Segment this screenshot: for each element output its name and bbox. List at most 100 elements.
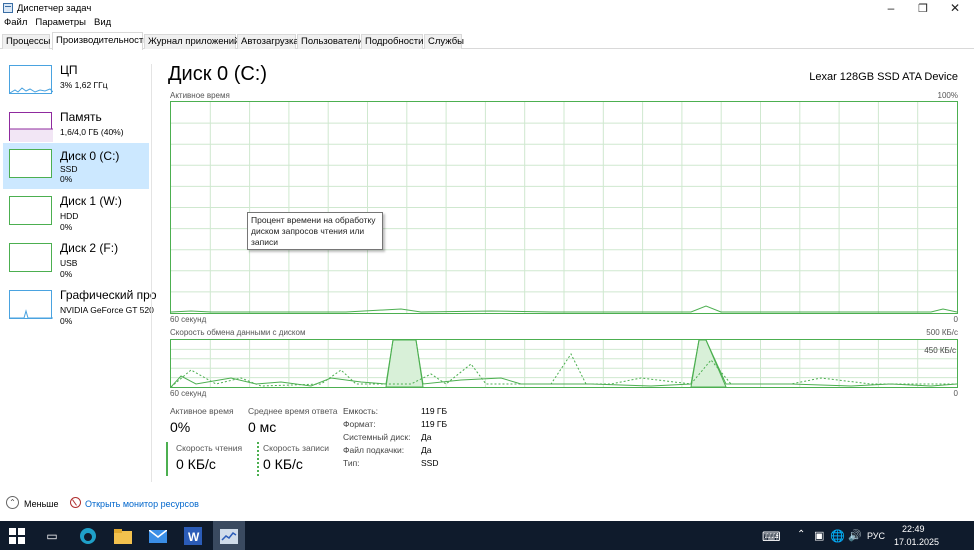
window-title: Диспетчер задач bbox=[17, 3, 92, 14]
system-disk-value: Да bbox=[421, 432, 432, 442]
volume-icon[interactable]: 🔊 bbox=[848, 529, 862, 542]
footer: ⌃ Меньше Открыть монитор ресурсов bbox=[0, 494, 974, 514]
minimize-button[interactable]: – bbox=[876, 0, 906, 16]
disk-detail-panel: Диск 0 (C:) Lexar 128GB SSD ATA Device А… bbox=[168, 62, 960, 482]
language-indicator[interactable]: РУС bbox=[867, 531, 885, 541]
panel-divider bbox=[151, 64, 152, 482]
resource-value: 0% bbox=[60, 222, 73, 232]
resource-value: 0% bbox=[60, 316, 73, 326]
active-time-graph[interactable] bbox=[170, 101, 958, 314]
menu-view[interactable]: Вид bbox=[90, 16, 115, 31]
resource-name: Графический про bbox=[60, 288, 157, 302]
resource-sub: SSD bbox=[60, 164, 78, 174]
memory-thumbnail bbox=[9, 112, 53, 142]
format-value: 119 ГБ bbox=[421, 419, 448, 429]
network-drive-icon[interactable]: ▣ bbox=[814, 529, 824, 542]
resource-monitor-icon bbox=[70, 497, 81, 508]
tab-performance[interactable]: Производительность bbox=[52, 32, 148, 50]
fewer-details-link[interactable]: Меньше bbox=[24, 499, 59, 509]
mail-icon[interactable] bbox=[147, 525, 169, 547]
disk-thumbnail bbox=[9, 196, 52, 225]
menu-options[interactable]: Параметры bbox=[31, 16, 90, 31]
svg-text:W: W bbox=[188, 530, 200, 544]
tab-services[interactable]: Службы bbox=[424, 34, 464, 49]
transfer-graph-label: Скорость обмена данными с диском bbox=[170, 328, 306, 337]
disk-thumbnail bbox=[9, 149, 52, 178]
resource-sub: NVIDIA GeForce GT 520 bbox=[60, 305, 154, 315]
graph-time-left: 60 секунд bbox=[170, 389, 207, 398]
write-speed-value: 0 КБ/с bbox=[263, 456, 303, 472]
file-explorer-icon[interactable] bbox=[112, 525, 134, 547]
capacity-value: 119 ГБ bbox=[421, 406, 448, 416]
open-resource-monitor-link[interactable]: Открыть монитор ресурсов bbox=[85, 499, 199, 509]
resource-sub: 1,6/4,0 ГБ (40%) bbox=[60, 127, 124, 137]
start-button[interactable] bbox=[6, 525, 28, 547]
resource-name: ЦП bbox=[60, 63, 78, 77]
tab-startup[interactable]: Автозагрузка bbox=[237, 34, 299, 49]
chevron-up-icon[interactable]: ⌃ bbox=[797, 529, 805, 540]
resource-value: 0% bbox=[60, 269, 73, 279]
read-speed-label: Скорость чтения bbox=[176, 443, 243, 453]
title-bar: Диспетчер задач – ❐ ✕ bbox=[0, 0, 974, 16]
active-time-value: 0% bbox=[170, 419, 191, 435]
response-time-label: Среднее время ответа bbox=[248, 406, 338, 416]
capacity-label: Емкость: bbox=[343, 406, 378, 416]
response-time-value: 0 мс bbox=[248, 419, 277, 435]
task-view-icon[interactable]: ▭ bbox=[41, 525, 63, 547]
tab-processes[interactable]: Процессы bbox=[2, 34, 50, 49]
resource-disk-2[interactable]: Диск 2 (F:) USB 0% bbox=[3, 240, 149, 286]
read-speed-value: 0 КБ/с bbox=[176, 456, 216, 472]
tab-users[interactable]: Пользователи bbox=[297, 34, 363, 49]
resource-disk-0[interactable]: Диск 0 (C:) SSD 0% bbox=[3, 143, 149, 189]
task-manager-taskbar-button[interactable] bbox=[213, 521, 245, 550]
maximize-button[interactable]: ❐ bbox=[908, 0, 938, 16]
write-speed-label: Скорость записи bbox=[263, 443, 330, 453]
menu-file[interactable]: Файл bbox=[0, 16, 31, 31]
resource-cpu[interactable]: ЦП 3% 1,62 ГГц bbox=[3, 62, 149, 108]
graph-time-left: 60 секунд bbox=[170, 315, 207, 324]
clock-time[interactable]: 22:49 bbox=[902, 524, 925, 534]
menu-bar: Файл Параметры Вид bbox=[0, 16, 115, 31]
close-button[interactable]: ✕ bbox=[940, 0, 970, 16]
clock-date[interactable]: 17.01.2025 bbox=[894, 537, 939, 547]
resource-sub: 3% 1,62 ГГц bbox=[60, 80, 108, 90]
type-label: Тип: bbox=[343, 458, 360, 468]
transfer-graph-max: 500 КБ/с bbox=[926, 328, 958, 337]
resource-name: Диск 2 (F:) bbox=[60, 241, 119, 255]
word-icon[interactable]: W bbox=[182, 525, 204, 547]
device-name: Lexar 128GB SSD ATA Device bbox=[809, 71, 958, 83]
task-manager-icon bbox=[3, 3, 13, 13]
page-file-value: Да bbox=[421, 445, 432, 455]
chevron-up-icon[interactable]: ⌃ bbox=[6, 496, 19, 509]
taskbar: ▭ W ⌨ ⌃ ▣ 🌐 🔊 РУС 22:49 17.01.2025 bbox=[0, 521, 974, 550]
tab-details[interactable]: Подробности bbox=[361, 34, 423, 49]
active-time-graph-max: 100% bbox=[937, 91, 958, 100]
resource-name: Диск 0 (C:) bbox=[60, 149, 120, 163]
active-time-tooltip: Процент времени на обработку диском запр… bbox=[247, 212, 383, 250]
transfer-rate-graph[interactable] bbox=[170, 339, 958, 388]
tab-bar: Процессы Производительность Журнал прило… bbox=[0, 32, 974, 50]
page-title: Диск 0 (C:) bbox=[168, 63, 268, 85]
write-speed-indicator bbox=[257, 442, 259, 476]
resource-gpu[interactable]: Графический про NVIDIA GeForce GT 520 0% bbox=[3, 287, 157, 333]
active-time-label: Активное время bbox=[170, 406, 234, 416]
cpu-thumbnail bbox=[9, 65, 53, 94]
resource-disk-1[interactable]: Диск 1 (W:) HDD 0% bbox=[3, 193, 149, 239]
type-value: SSD bbox=[421, 458, 439, 468]
format-label: Формат: bbox=[343, 419, 376, 429]
globe-icon[interactable]: 🌐 bbox=[830, 529, 845, 543]
system-disk-label: Системный диск: bbox=[343, 432, 411, 442]
graph-time-right: 0 bbox=[953, 315, 958, 324]
resource-list: ЦП 3% 1,62 ГГц Память 1,6/4,0 ГБ (40%) Д… bbox=[0, 50, 157, 486]
tab-app-history[interactable]: Журнал приложений bbox=[144, 34, 239, 49]
read-speed-indicator bbox=[166, 442, 168, 476]
keyboard-icon[interactable]: ⌨ bbox=[762, 529, 781, 545]
edge-browser-icon[interactable] bbox=[77, 525, 99, 547]
gpu-thumbnail bbox=[9, 290, 53, 319]
transfer-graph-mark: 450 КБ/с bbox=[924, 346, 956, 355]
resource-name: Диск 1 (W:) bbox=[60, 194, 122, 208]
resource-value: 0% bbox=[60, 174, 73, 184]
task-manager-icon bbox=[218, 525, 240, 547]
resource-sub: USB bbox=[60, 258, 78, 268]
page-file-label: Файл подкачки: bbox=[343, 445, 405, 455]
